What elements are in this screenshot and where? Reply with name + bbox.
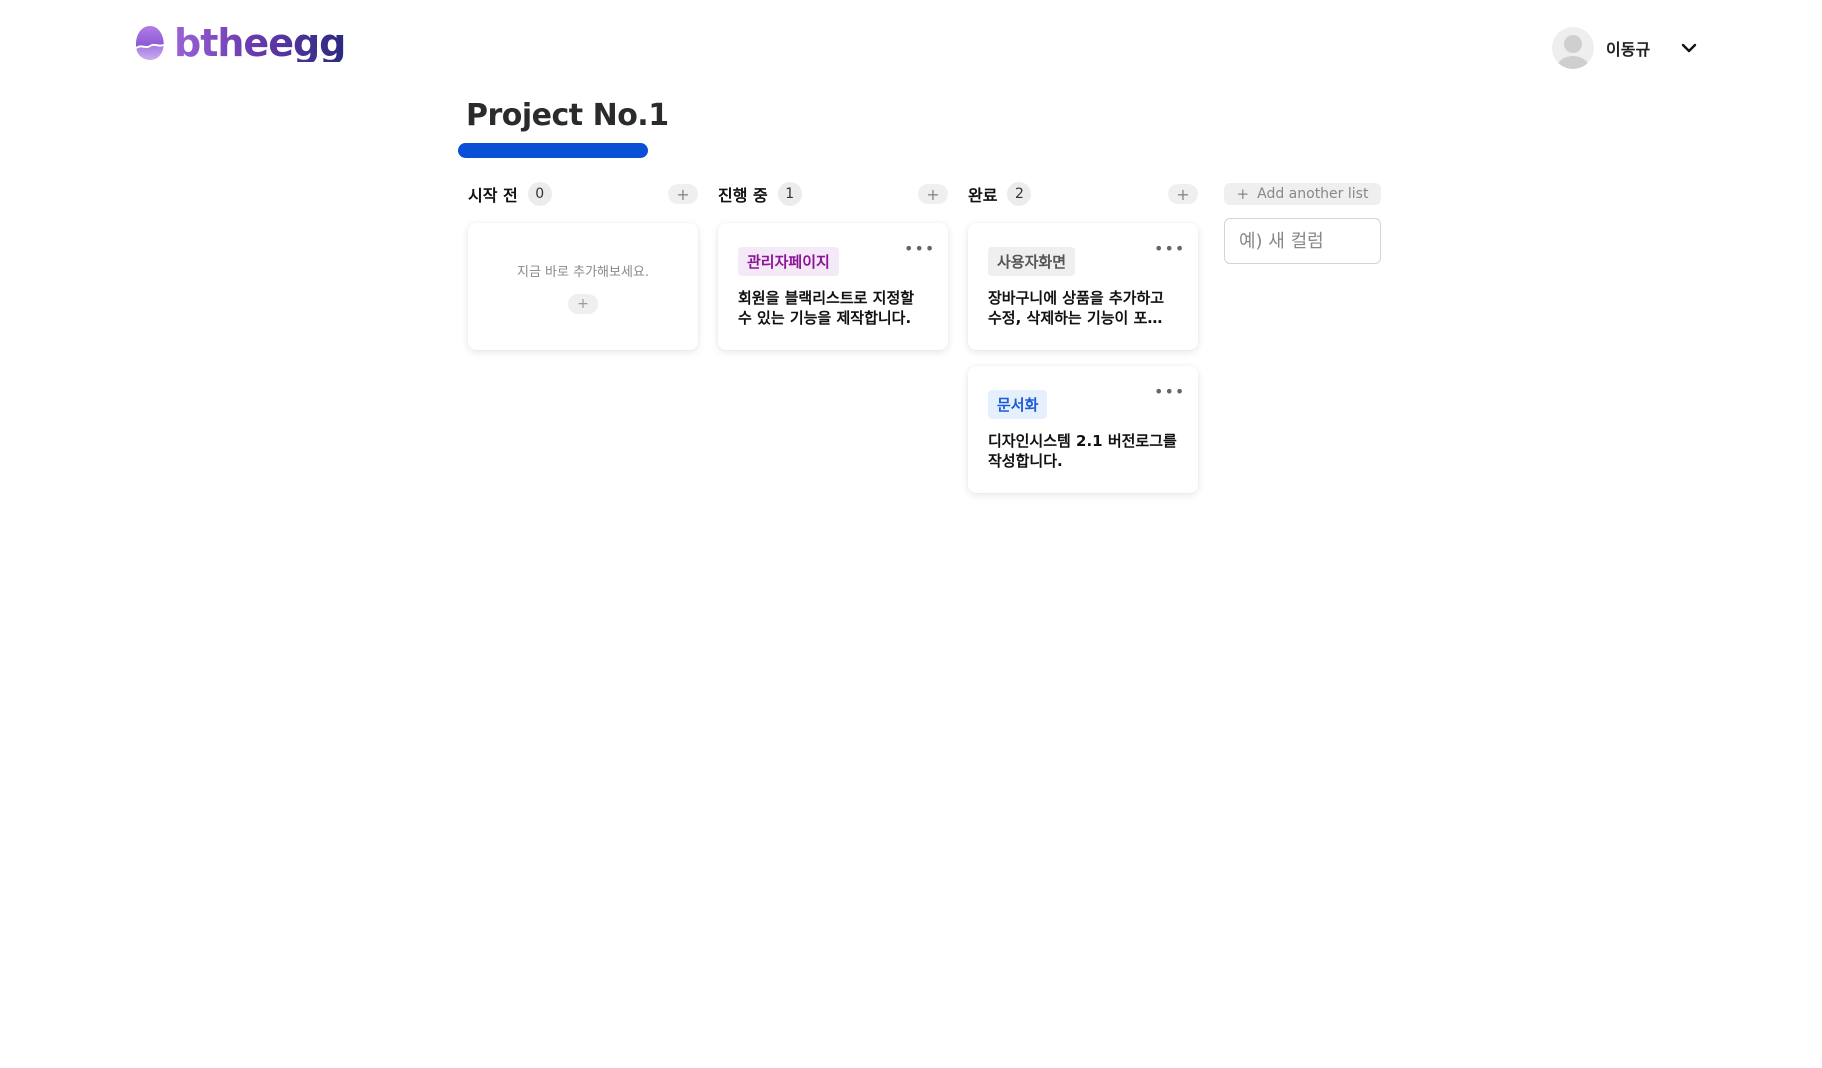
new-column-input[interactable]: [1224, 218, 1381, 264]
add-list-panel: + Add another list: [1224, 183, 1381, 264]
column-count-badge: 2: [1007, 182, 1032, 206]
title-underline: [458, 143, 648, 158]
column-header: 진행 중 1 +: [718, 180, 948, 208]
column-header: 시작 전 0 +: [468, 180, 698, 208]
page-title: Project No.1: [466, 98, 669, 133]
kanban-page: btheegg 이동규 Project No.1 시작 전 0 + 지금 바로 …: [0, 0, 1822, 1068]
card-description: 장바구니에 상품을 추가하고 수정, 삭제하는 기능이 포…: [988, 289, 1165, 327]
add-list-label: Add another list: [1257, 186, 1369, 202]
card-description: 디자인시스템 2.1 버전로그를 작성합니다.: [988, 432, 1177, 470]
column-count-badge: 0: [527, 182, 552, 206]
project-title-block: Project No.1: [458, 98, 669, 158]
more-horizontal-icon[interactable]: •••: [904, 241, 934, 259]
card-description: 회원을 블랙리스트로 지정할 수 있는 기능을 제작합니다.: [738, 289, 915, 327]
column-name: 완료: [968, 186, 998, 205]
column-name: 진행 중: [718, 186, 768, 205]
column-in-progress: 진행 중 1 + 관리자페이지 ••• 회원을 블랙리스트로 지정할 수 있는 …: [718, 180, 948, 350]
column-header: 완료 2 +: [968, 180, 1198, 208]
task-card[interactable]: 관리자페이지 ••• 회원을 블랙리스트로 지정할 수 있는 기능을 제작합니다…: [718, 223, 948, 350]
add-card-button[interactable]: +: [918, 184, 948, 204]
task-card[interactable]: 문서화 ••• 디자인시스템 2.1 버전로그를 작성합니다.: [968, 366, 1198, 493]
more-horizontal-icon[interactable]: •••: [1154, 241, 1184, 259]
empty-card: 지금 바로 추가해보세요. +: [468, 223, 698, 350]
add-card-button[interactable]: +: [1168, 184, 1198, 204]
task-card[interactable]: 사용자화면 ••• 장바구니에 상품을 추가하고 수정, 삭제하는 기능이 포…: [968, 223, 1198, 350]
more-horizontal-icon[interactable]: •••: [1154, 384, 1184, 402]
column-todo: 시작 전 0 + 지금 바로 추가해보세요. +: [468, 180, 698, 350]
add-another-list-button[interactable]: + Add another list: [1224, 183, 1381, 205]
empty-message: 지금 바로 추가해보세요.: [517, 265, 649, 280]
card-tag: 관리자페이지: [738, 247, 839, 276]
card-tag: 사용자화면: [988, 247, 1076, 276]
plus-icon: +: [1236, 185, 1250, 203]
logo-text: btheegg: [174, 21, 346, 65]
column-count-badge: 1: [777, 182, 802, 206]
egg-logo-icon: [136, 26, 164, 60]
empty-add-button[interactable]: +: [568, 294, 598, 314]
card-tag: 문서화: [988, 390, 1048, 419]
user-name: 이동규: [1606, 40, 1651, 59]
user-menu[interactable]: 이동규: [1552, 27, 1698, 69]
column-name: 시작 전: [468, 186, 518, 205]
user-avatar-icon[interactable]: [1552, 27, 1594, 69]
logo[interactable]: btheegg: [134, 21, 346, 65]
chevron-down-icon[interactable]: [1680, 39, 1698, 57]
column-done: 완료 2 + 사용자화면 ••• 장바구니에 상품을 추가하고 수정, 삭제하는…: [968, 180, 1198, 493]
add-card-button[interactable]: +: [668, 184, 698, 204]
